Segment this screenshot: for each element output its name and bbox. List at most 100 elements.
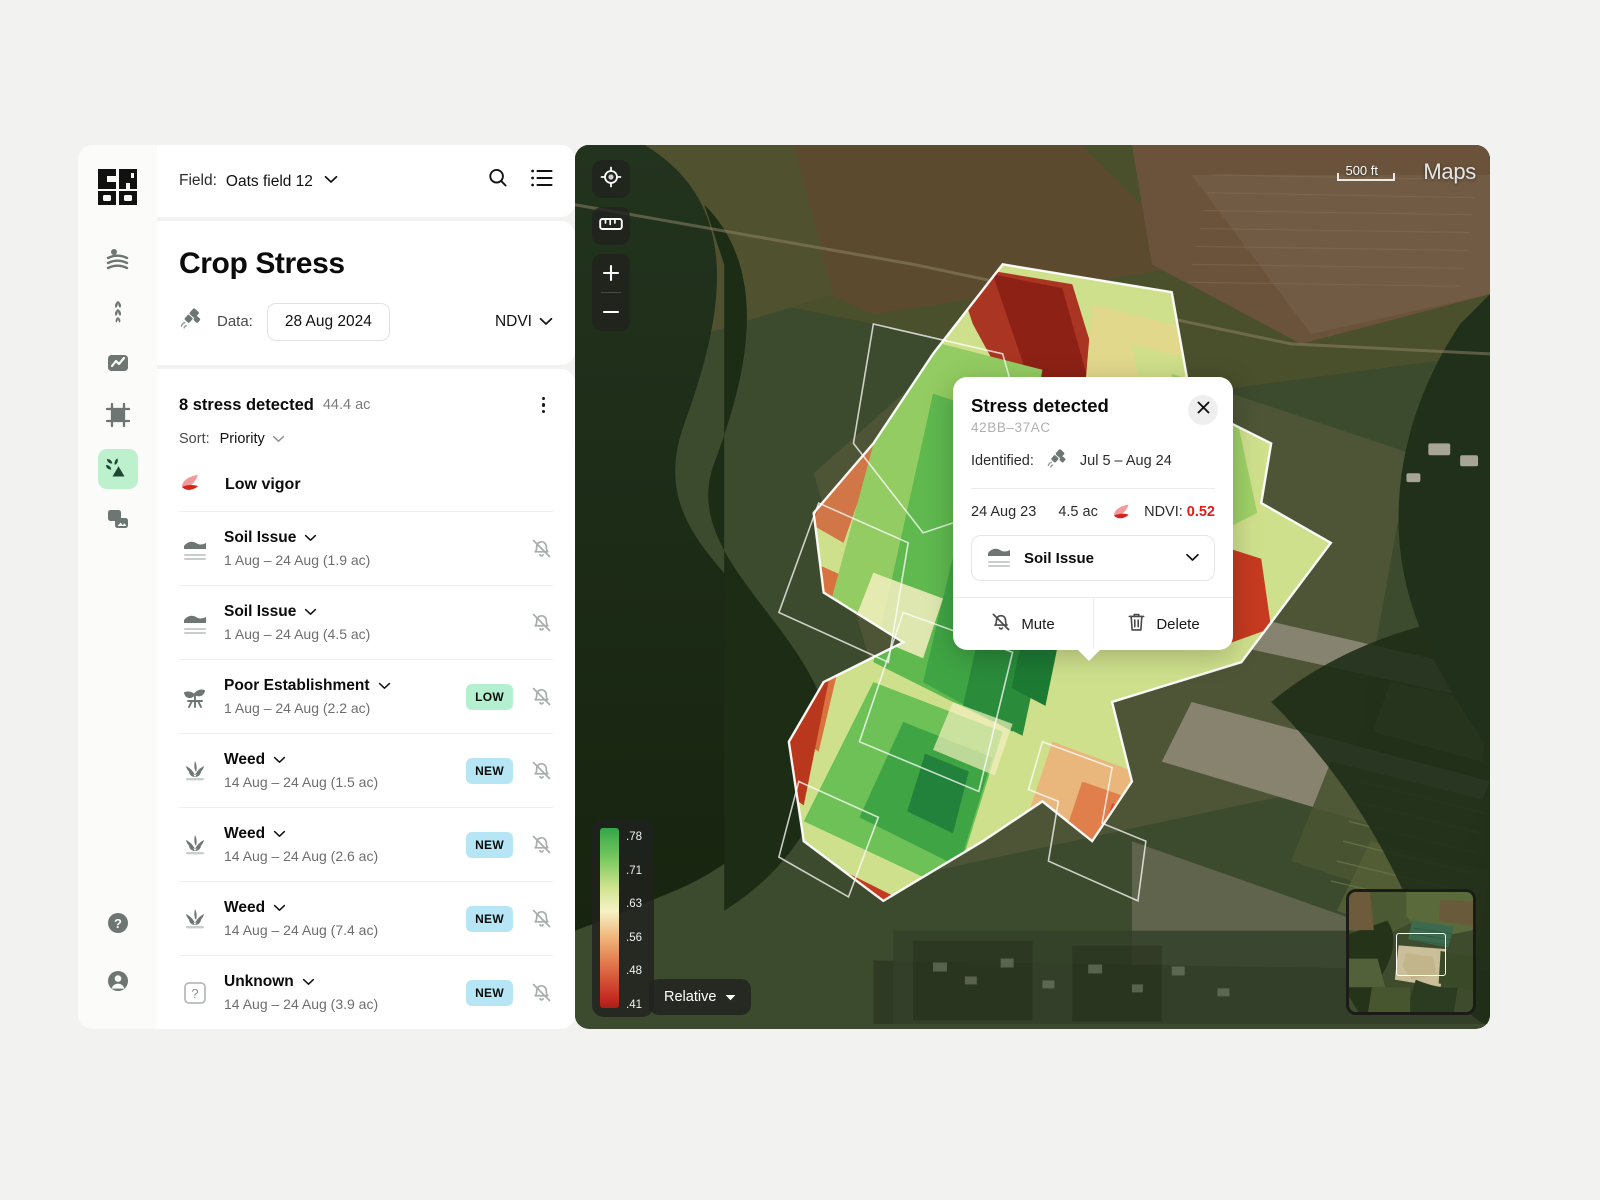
help-circle-icon: ? xyxy=(106,911,130,940)
popup-ndvi: NDVI: 0.52 xyxy=(1111,502,1215,522)
list-item[interactable]: Weed 14 Aug – 24 Aug (2.6 ac) NEW xyxy=(179,807,553,881)
list-item-title-row[interactable]: Poor Establishment xyxy=(224,677,466,695)
chevron-down-icon xyxy=(273,756,286,764)
popup-stats-row: 24 Aug 23 4.5 ac NDVI: 0.52 xyxy=(953,489,1233,522)
sort-label: Sort: xyxy=(179,431,210,448)
mute-button[interactable]: Mute xyxy=(953,598,1093,650)
field-selector[interactable]: Oats field 12 xyxy=(226,171,338,191)
status-badge: NEW xyxy=(466,831,513,858)
weed-icon xyxy=(179,759,211,783)
list-item[interactable]: Poor Establishment 1 Aug – 24 Aug (2.2 ac… xyxy=(179,659,553,733)
nav-rail: ? xyxy=(78,145,157,1029)
layers-image-icon xyxy=(105,506,131,537)
chevron-down-icon xyxy=(378,682,391,690)
list-item[interactable]: ? Unknown 14 Aug – 24 Aug (3.9 ac) NEW xyxy=(179,955,553,1029)
stress-list: Soil Issue 1 Aug – 24 Aug (1.9 ac) Soil Is… xyxy=(179,511,553,1029)
minimap-viewport-box xyxy=(1396,932,1446,976)
chevron-down-icon xyxy=(304,608,317,616)
zoom-in-button[interactable] xyxy=(592,254,630,292)
legend-tick: .56 xyxy=(626,931,642,944)
list-item[interactable]: Weed 14 Aug – 24 Aug (1.5 ac) NEW xyxy=(179,733,553,807)
list-item[interactable]: Soil Issue 1 Aug – 24 Aug (1.9 ac) xyxy=(179,511,553,585)
popup-code: 42BB–37AC xyxy=(971,420,1051,435)
zoom-out-button[interactable] xyxy=(592,293,630,331)
search-button[interactable] xyxy=(487,167,509,194)
help-button[interactable]: ? xyxy=(98,905,138,945)
popup-ndvi-label: NDVI: xyxy=(1144,504,1183,520)
satellite-icon xyxy=(1046,448,1070,474)
kebab-menu-icon[interactable] xyxy=(534,391,554,420)
sidebar-item-crops[interactable] xyxy=(98,293,138,333)
list-item[interactable]: Soil Issue 1 Aug – 24 Aug (4.5 ac) xyxy=(179,585,553,659)
ndvi-legend: .78 .71 .63 .56 .48 .41 xyxy=(592,819,654,1017)
popup-category-select[interactable]: Soil Issue xyxy=(971,535,1215,581)
list-item-title-row[interactable]: Unknown xyxy=(224,973,466,991)
mute-toggle[interactable] xyxy=(529,538,553,559)
scale-bar: 500 ft xyxy=(1337,161,1396,181)
locate-button[interactable] xyxy=(592,160,630,198)
weed-icon xyxy=(179,833,211,857)
chart-line-icon xyxy=(105,350,131,381)
ndvi-legend-ticks: .78 .71 .63 .56 .48 .41 xyxy=(626,828,646,1011)
sidebar-item-analytics[interactable] xyxy=(98,345,138,385)
list-item-title: Weed xyxy=(224,825,266,843)
mute-toggle[interactable] xyxy=(529,908,553,929)
sidebar-item-boundaries[interactable] xyxy=(98,397,138,437)
stress-count: 8 stress detected xyxy=(179,395,314,414)
date-field[interactable]: 28 Aug 2024 xyxy=(266,302,390,341)
scale-mode-selector[interactable]: Relative xyxy=(649,979,752,1015)
map-view[interactable]: 500 ft Maps .78 .71 .63 .56 .48 .41 Relative xyxy=(575,145,1490,1029)
account-button[interactable] xyxy=(98,963,138,1003)
svg-text:?: ? xyxy=(191,986,198,1001)
svg-text:?: ? xyxy=(114,916,122,931)
crop-frame-icon xyxy=(105,402,131,433)
scale-bar-line xyxy=(1337,173,1396,181)
sort-selector[interactable]: Priority xyxy=(220,431,285,447)
list-view-button[interactable] xyxy=(531,168,553,193)
legend-tick: .78 xyxy=(626,831,642,843)
scale-mode-value: Relative xyxy=(664,989,717,1005)
chevron-down-icon xyxy=(273,830,286,838)
measure-button[interactable] xyxy=(592,207,630,245)
list-item[interactable]: Weed 14 Aug – 24 Aug (7.4 ac) NEW xyxy=(179,881,553,955)
user-circle-icon xyxy=(106,969,130,998)
chevron-down-icon xyxy=(725,989,736,1005)
list-item-title-row[interactable]: Weed xyxy=(224,751,466,769)
list-item-title-row[interactable]: Soil Issue xyxy=(224,603,513,621)
chevron-down-icon xyxy=(324,171,338,189)
crop-leaves-icon xyxy=(105,298,131,329)
popup-ndvi-value: 0.52 xyxy=(1186,504,1215,520)
sidebar-item-crop-stress[interactable] xyxy=(97,449,138,489)
sidebar-item-fields[interactable] xyxy=(98,241,138,281)
list-item-title-row[interactable]: Weed xyxy=(224,899,466,917)
list-item-body: Weed 14 Aug – 24 Aug (2.6 ac) xyxy=(224,825,466,864)
mute-toggle[interactable] xyxy=(529,760,553,781)
crop-stress-alert-icon xyxy=(102,454,132,485)
mute-toggle[interactable] xyxy=(529,686,553,707)
list-item-body: Weed 14 Aug – 24 Aug (7.4 ac) xyxy=(224,899,466,938)
sidebar-item-imagery[interactable] xyxy=(98,501,138,541)
list-item-subtitle: 1 Aug – 24 Aug (2.2 ac) xyxy=(224,700,371,717)
mute-toggle[interactable] xyxy=(529,612,553,633)
list-item-title-row[interactable]: Weed xyxy=(224,825,466,843)
close-icon xyxy=(1196,400,1211,420)
list-item-body: Poor Establishment 1 Aug – 24 Aug (2.2 ac… xyxy=(224,677,466,716)
list-item-title-row[interactable]: Soil Issue xyxy=(224,529,513,547)
popup-stat-date: 24 Aug 23 xyxy=(971,504,1037,520)
list-item-subtitle: 14 Aug – 24 Aug (7.4 ac) xyxy=(224,922,379,939)
zoom-controls xyxy=(592,254,630,331)
index-selector[interactable]: NDVI xyxy=(495,313,553,331)
delete-button[interactable]: Delete xyxy=(1093,598,1233,650)
panel-title-card: Crop Stress Data: 28 Aug 2024 NDVI xyxy=(157,220,575,365)
chevron-down-icon xyxy=(1185,549,1200,567)
close-button[interactable] xyxy=(1188,395,1218,425)
rail-bottom-group: ? xyxy=(98,905,138,1029)
mute-toggle[interactable] xyxy=(529,834,553,855)
minimap[interactable] xyxy=(1346,889,1476,1015)
list-item-body: Weed 14 Aug – 24 Aug (1.5 ac) xyxy=(224,751,466,790)
stress-detail-popup: Stress detected 42BB–37AC Identified: Ju… xyxy=(953,377,1233,661)
mute-toggle[interactable] xyxy=(529,982,553,1003)
data-label: Data: xyxy=(217,313,253,331)
list-item-subtitle: 1 Aug – 24 Aug (4.5 ac) xyxy=(224,626,371,643)
legend-tick: .63 xyxy=(626,898,642,910)
